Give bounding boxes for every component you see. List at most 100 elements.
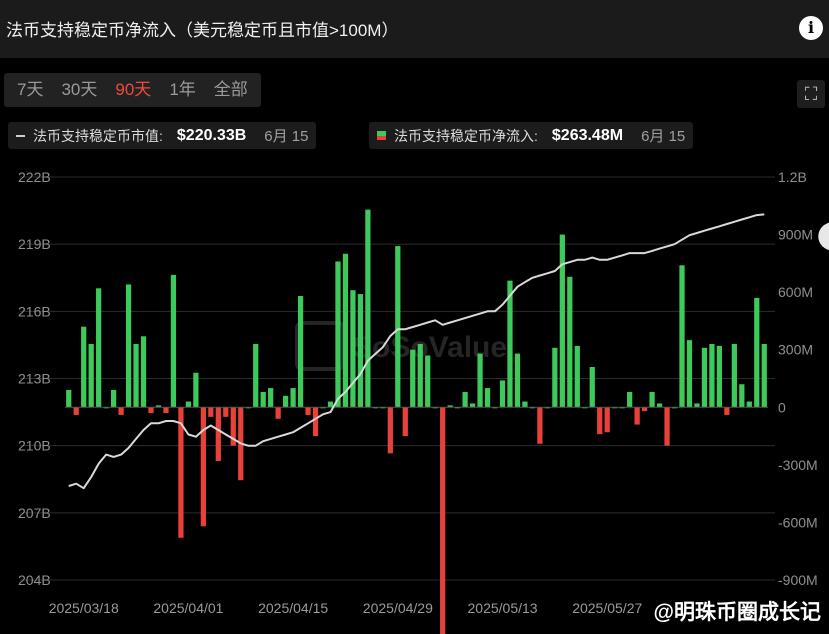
inflow-bar [649,391,655,408]
inflow-bar [552,347,558,408]
inflow-bar [96,288,102,408]
inflow-bar [402,407,408,437]
inflow-bar [664,407,670,446]
inflow-bar [425,355,431,408]
left-axis-tick: 210B [18,438,51,454]
inflow-bar [73,407,79,415]
left-axis-tick: 204B [18,572,51,588]
inflow-bar [709,343,715,408]
x-axis-tick: 2025/05/13 [468,600,538,616]
inflow-bar [387,407,393,454]
x-axis-ticks: 2025/03/18 2025/04/01 2025/04/15 2025/04/29… [49,600,643,616]
left-axis-tick: 222B [18,169,51,185]
author-watermark: @明珠币圈成长记 [653,601,821,624]
inflow-bar [754,297,760,408]
left-axis-ticks: 222B 219B 216B 213B 210B 207B 204B [18,169,51,588]
inflow-bar [335,261,341,408]
inflow-bar [163,407,169,414]
inflow-bar [656,403,663,408]
right-axis-tick: 900M [778,227,813,243]
inflow-bar [499,380,506,408]
inflow-bar [679,265,685,408]
inflow-bar [477,353,483,408]
inflow-bar [148,407,154,414]
x-axis-tick: 2025/04/01 [153,600,223,616]
right-axis-tick: 0 [778,399,786,415]
inflow-bar [327,401,334,408]
inflow-bar [514,353,521,408]
inflow-bar [253,343,259,408]
inflow-bar [275,407,281,419]
inflow-bar [170,274,177,408]
inflow-bar [297,295,304,408]
right-axis-ticks: 1.2B 900M 600M 300M 0 -300M -600M -900M [778,169,818,588]
inflow-bar [574,345,580,408]
inflow-bar [410,349,416,408]
chart-canvas[interactable]: SoSoValue 222B219B216B213B210B207B204B 1… [0,0,829,634]
inflow-bar [193,372,199,408]
inflow-bar [589,366,595,408]
inflow-bar [125,284,132,408]
inflow-bar [185,401,192,408]
right-axis-tick: 600M [778,284,813,300]
inflow-bar [305,407,311,415]
inflow-bar [215,407,221,462]
right-axis-tick: -600M [778,514,818,530]
x-axis-tick: 2025/04/29 [363,600,433,616]
inflow-bar [559,234,565,408]
inflow-bar [469,403,476,408]
inflow-bar [724,407,730,415]
inflow-bar [81,326,87,408]
x-axis-tick: 2025/03/18 [49,600,119,616]
inflow-bar [731,343,737,408]
right-axis-tick: -300M [778,457,818,473]
inflow-bar [604,407,610,433]
inflow-bar [357,294,364,408]
inflow-bar [716,345,723,408]
inflow-bar [739,384,745,408]
right-axis-tick: -900M [778,572,818,588]
inflow-bar [462,391,468,408]
inflow-bar [507,280,513,408]
left-axis-tick: 213B [18,371,51,387]
inflow-bar [133,343,139,408]
inflow-bar [522,401,528,408]
inflow-bar [66,390,72,408]
inflow-bar [440,407,446,634]
left-axis-tick: 216B [18,303,51,319]
inflow-bar [484,388,491,408]
inflow-bar [686,340,693,408]
inflow-bar [701,347,708,408]
inflow-bar [110,390,117,408]
inflow-bar [88,343,94,408]
inflow-bar [223,407,229,417]
inflow-bar [417,343,423,408]
inflow-bar [312,407,319,437]
inflow-bar [627,391,633,408]
inflow-bar [537,407,543,444]
inflow-bar [634,407,640,425]
inflow-bar [641,407,648,412]
inflow-bar [746,401,752,408]
inflow-bar [283,395,289,408]
right-axis-tick: 300M [778,342,813,358]
left-axis-tick: 219B [18,236,51,252]
inflow-bar [208,407,214,417]
x-axis-tick: 2025/05/27 [572,600,642,616]
inflow-bar [200,407,206,527]
inflow-bar [567,276,573,408]
right-axis-tick: 1.2B [778,169,807,185]
inflow-bar [365,209,371,408]
inflow-bar [694,403,700,408]
inflow-bar [290,388,296,408]
hover-indicator [818,222,829,251]
left-axis-tick: 207B [18,505,51,521]
x-axis-tick: 2025/04/15 [258,600,328,616]
inflow-bar [761,343,767,408]
inflow-bar [597,407,603,435]
inflow-bar [342,253,349,408]
inflow-bar [350,290,356,408]
inflow-bar [118,407,124,415]
inflow-bar [395,246,401,408]
inflow-bar [140,336,147,408]
